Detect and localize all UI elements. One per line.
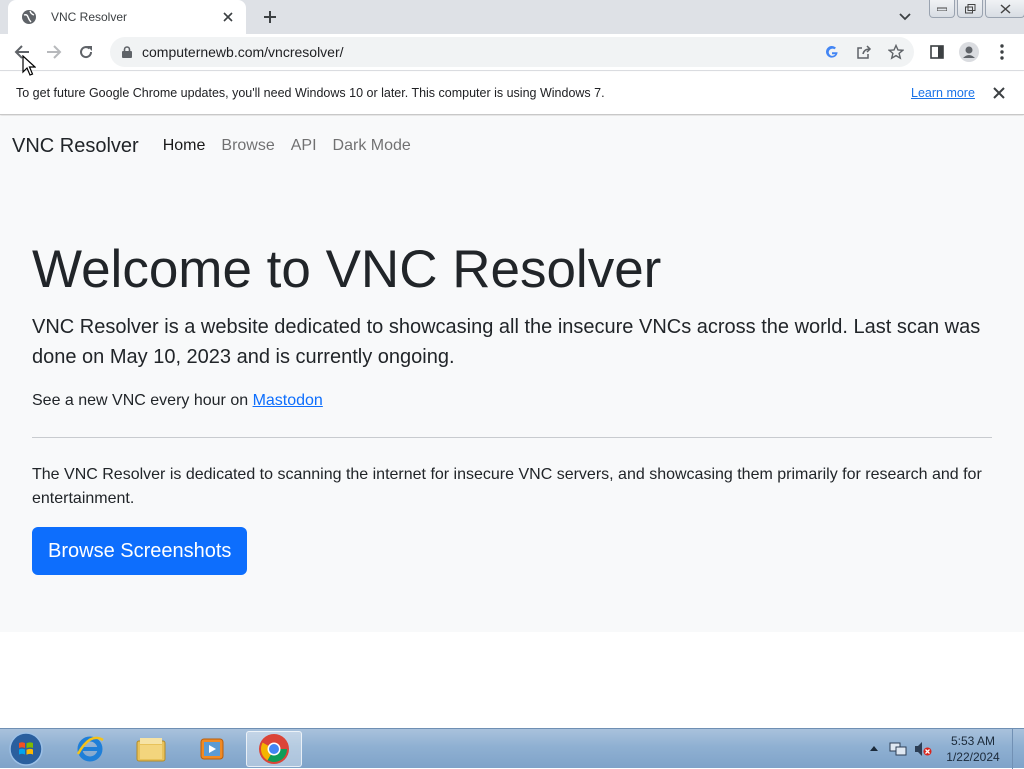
clock-time: 5:53 AM: [950, 734, 996, 748]
page-content: VNC Resolver Home Browse API Dark Mode W…: [0, 116, 1024, 632]
volume-muted-icon[interactable]: [914, 740, 932, 758]
minimize-button[interactable]: [929, 0, 955, 18]
start-button[interactable]: [6, 731, 46, 767]
description-paragraph: The VNC Resolver is dedicated to scannin…: [32, 466, 982, 507]
close-window-button[interactable]: [985, 0, 1024, 18]
network-icon[interactable]: [889, 740, 907, 758]
reload-button[interactable]: [72, 38, 100, 66]
infobar-close-icon[interactable]: [990, 84, 1008, 102]
menu-kebab-icon[interactable]: [988, 38, 1016, 66]
divider: [32, 437, 992, 438]
profile-avatar-icon[interactable]: [955, 38, 983, 66]
clock-date: 1/22/2024: [946, 750, 1000, 764]
page-blank-area: [0, 632, 1024, 728]
forward-button[interactable]: [40, 38, 68, 66]
page-title: Welcome to VNC Resolver: [32, 240, 662, 299]
update-infobar: To get future Google Chrome updates, you…: [0, 72, 1024, 115]
tab-title: VNC Resolver: [51, 10, 128, 24]
system-clock[interactable]: 5:53 AM 1/22/2024: [940, 733, 1006, 765]
tab-vnc-resolver[interactable]: VNC Resolver: [8, 0, 246, 34]
url-text[interactable]: computernewb.com/vncresolver/: [142, 44, 818, 60]
nav-home[interactable]: Home: [163, 137, 206, 155]
mastodon-line: See a new VNC every hour on Mastodon: [32, 389, 992, 413]
nav-api[interactable]: API: [291, 137, 317, 155]
browser-toolbar: computernewb.com/vncresolver/: [0, 34, 1024, 71]
lock-icon[interactable]: [120, 45, 134, 59]
globe-icon: [21, 9, 37, 25]
hero-section: Welcome to VNC Resolver VNC Resolver is …: [32, 240, 992, 575]
infobar-message: To get future Google Chrome updates, you…: [16, 86, 605, 100]
nav-dark-mode[interactable]: Dark Mode: [333, 137, 411, 155]
share-icon[interactable]: [850, 38, 878, 66]
side-panel-icon[interactable]: [923, 38, 951, 66]
google-lens-icon[interactable]: [818, 38, 846, 66]
taskbar-chrome-icon[interactable]: [246, 731, 302, 767]
windows-taskbar: 5:53 AM 1/22/2024: [0, 728, 1024, 769]
nav-browse[interactable]: Browse: [221, 137, 274, 155]
lead-paragraph: VNC Resolver is a website dedicated to s…: [32, 316, 981, 368]
window-controls: [927, 0, 1024, 18]
tray-show-hidden-icon[interactable]: [868, 742, 880, 754]
mastodon-prefix: See a new VNC every hour on: [32, 392, 253, 409]
tab-strip: VNC Resolver: [0, 0, 1024, 34]
taskbar-explorer-folder-icon[interactable]: [123, 731, 179, 767]
restore-button[interactable]: [957, 0, 983, 18]
show-desktop-button[interactable]: [1012, 729, 1024, 769]
new-tab-button[interactable]: [258, 6, 282, 28]
bookmark-star-icon[interactable]: [882, 38, 910, 66]
taskbar-internet-explorer-icon[interactable]: [62, 731, 118, 767]
site-brand[interactable]: VNC Resolver: [12, 135, 139, 158]
taskbar-media-player-icon[interactable]: [184, 731, 240, 767]
mastodon-link[interactable]: Mastodon: [253, 392, 323, 409]
site-navbar: VNC Resolver Home Browse API Dark Mode: [12, 134, 427, 158]
mouse-cursor-icon: [22, 55, 36, 76]
tab-search-chevron-icon[interactable]: [896, 8, 914, 26]
address-bar[interactable]: computernewb.com/vncresolver/: [110, 37, 914, 67]
browse-screenshots-button[interactable]: Browse Screenshots: [32, 527, 248, 575]
learn-more-link[interactable]: Learn more: [911, 86, 975, 100]
tab-close-icon[interactable]: [220, 9, 236, 25]
